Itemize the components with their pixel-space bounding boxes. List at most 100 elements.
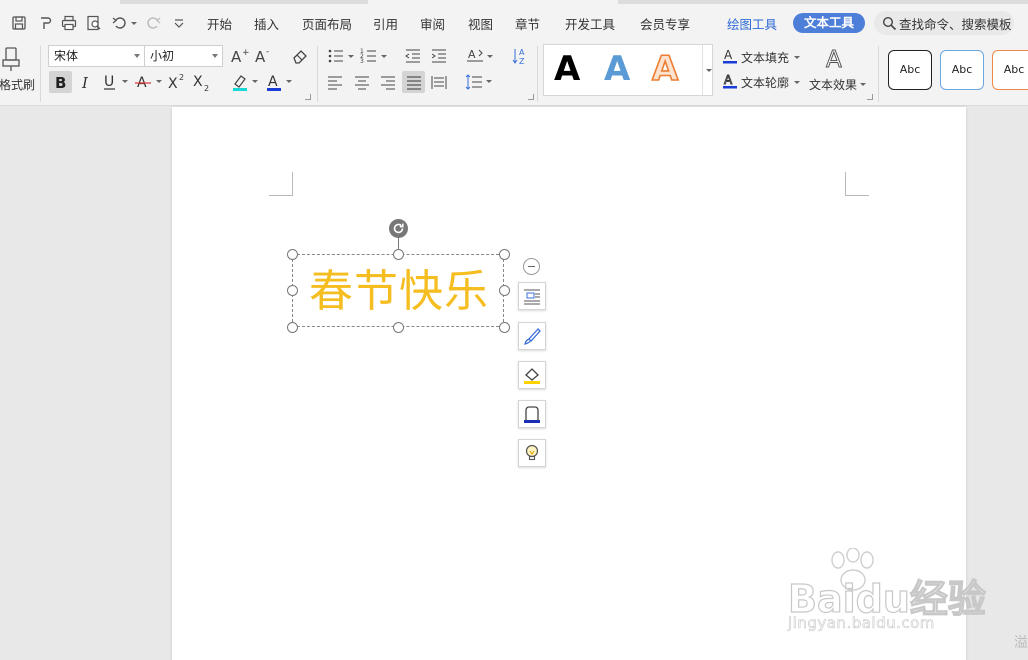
strikethrough-button[interactable]: A — [133, 72, 153, 92]
bullets-icon[interactable] — [326, 46, 346, 66]
underline-dropdown-icon[interactable] — [120, 76, 128, 86]
paragraph-dialog-launcher[interactable] — [528, 94, 534, 100]
menu-member[interactable]: 会员专享 — [640, 14, 690, 33]
text-effects-dropdown-icon[interactable] — [858, 79, 866, 89]
ribbon: 格式刷 宋体 小初 A + A- B I U A X2 X2 A 1 2 3 A… — [0, 42, 1028, 106]
menu-insert[interactable]: 插入 — [254, 14, 279, 33]
shape-style-quick-button[interactable] — [518, 322, 546, 350]
margin-corner-left — [269, 172, 293, 196]
justify-icon[interactable] — [402, 71, 425, 93]
underline-button[interactable]: U — [100, 72, 120, 92]
active-doc-tab[interactable] — [0, 0, 120, 4]
menu-chapter[interactable]: 章节 — [515, 14, 540, 33]
text-direction-icon[interactable]: A — [465, 46, 485, 66]
subscript-button[interactable]: X2 — [192, 72, 214, 92]
shape-style-orange[interactable]: Abc — [992, 50, 1028, 90]
line-spacing-icon[interactable] — [464, 72, 484, 92]
text-dialog-launcher[interactable] — [867, 94, 873, 100]
menu-text-tools[interactable]: 文本工具 — [793, 13, 865, 33]
resize-handle-br[interactable] — [499, 322, 510, 333]
format-painter-icon[interactable] — [0, 46, 22, 72]
highlight-dropdown-icon[interactable] — [250, 76, 258, 86]
text-box[interactable]: 春节快乐 — [292, 254, 504, 327]
decrease-indent-icon[interactable] — [403, 46, 423, 66]
doc-tab[interactable] — [368, 0, 618, 4]
resize-handle-b[interactable] — [393, 322, 404, 333]
menu-page-layout[interactable]: 页面布局 — [302, 14, 352, 33]
text-fill-dropdown-icon[interactable] — [792, 52, 800, 62]
text-outline-dropdown-icon[interactable] — [792, 77, 800, 87]
text-effects-icon[interactable]: A — [823, 45, 849, 72]
undo-icon[interactable] — [110, 13, 130, 33]
font-dialog-launcher[interactable] — [305, 94, 311, 100]
italic-button[interactable]: I — [76, 72, 96, 92]
shape-style-blue[interactable]: Abc — [940, 50, 984, 90]
wordart-style-black[interactable]: A — [554, 49, 580, 89]
resize-handle-tl[interactable] — [287, 249, 298, 260]
layout-options-button[interactable] — [518, 282, 546, 310]
distributed-align-icon[interactable] — [429, 72, 449, 92]
save-icon[interactable] — [9, 13, 29, 33]
text-outline-label[interactable]: 文本轮廓 — [741, 74, 789, 91]
clear-format-icon[interactable] — [290, 46, 310, 66]
bullets-dropdown-icon[interactable] — [346, 51, 354, 61]
print-icon[interactable] — [59, 13, 79, 33]
format-brush-qa-icon[interactable] — [35, 13, 55, 33]
menu-developer[interactable]: 开发工具 — [565, 14, 615, 33]
text-fill-icon[interactable]: A — [722, 48, 738, 64]
numbering-dropdown-icon[interactable] — [379, 51, 387, 61]
strikethrough-dropdown-icon[interactable] — [154, 76, 162, 86]
format-painter-label[interactable]: 格式刷 — [0, 76, 35, 93]
text-outline-icon[interactable]: A — [722, 73, 738, 89]
highlight-color-icon[interactable] — [230, 72, 250, 92]
shape-outline-quick-button[interactable] — [518, 400, 546, 428]
align-left-icon[interactable] — [325, 72, 345, 92]
menu-home[interactable]: 开始 — [207, 14, 232, 33]
font-name-select[interactable]: 宋体 — [48, 45, 145, 67]
svg-text:X: X — [193, 74, 203, 90]
text-fill-label[interactable]: 文本填充 — [741, 49, 789, 66]
shrink-font-icon[interactable]: A- — [254, 46, 274, 66]
sort-icon[interactable]: AZ — [511, 46, 531, 66]
redo-icon[interactable] — [143, 13, 163, 33]
line-spacing-dropdown-icon[interactable] — [484, 76, 492, 86]
menu-bar: 开始 插入 页面布局 引用 审阅 视图 章节 开发工具 会员专享 绘图工具 文本… — [0, 0, 1028, 42]
font-color-icon[interactable]: A — [264, 72, 284, 92]
align-center-icon[interactable] — [352, 72, 372, 92]
align-right-icon[interactable] — [378, 72, 398, 92]
grow-font-icon[interactable]: A + — [230, 46, 250, 66]
text-effects-label[interactable]: 文本效果 — [809, 76, 857, 93]
menu-review[interactable]: 审阅 — [420, 14, 445, 33]
print-preview-icon[interactable] — [84, 13, 104, 33]
svg-text:2: 2 — [204, 84, 209, 92]
bold-button[interactable]: B — [49, 71, 72, 93]
shape-style-black[interactable]: Abc — [888, 50, 932, 90]
command-search[interactable]: 查找命令、搜索模板 — [874, 11, 1014, 35]
menu-references[interactable]: 引用 — [373, 14, 398, 33]
menu-drawing-tools[interactable]: 绘图工具 — [727, 14, 777, 33]
numbering-icon[interactable]: 123 — [359, 46, 379, 66]
lightbulb-icon — [525, 444, 539, 461]
resize-handle-tr[interactable] — [499, 249, 510, 260]
customize-qa-icon[interactable] — [169, 13, 189, 33]
margin-corner-right — [845, 172, 869, 196]
font-size-select[interactable]: 小初 — [144, 45, 223, 67]
resize-handle-bl[interactable] — [287, 322, 298, 333]
undo-dropdown-icon[interactable] — [129, 13, 137, 33]
wordart-style-blue[interactable]: A — [604, 49, 630, 89]
smart-suggestion-button[interactable] — [518, 439, 546, 467]
superscript-button[interactable]: X2 — [167, 72, 189, 92]
rotate-handle[interactable] — [389, 219, 408, 238]
resize-handle-t[interactable] — [393, 249, 404, 260]
collapse-toolbar-button[interactable] — [523, 258, 540, 275]
text-direction-dropdown-icon[interactable] — [485, 51, 493, 61]
resize-handle-r[interactable] — [499, 285, 510, 296]
menu-view[interactable]: 视图 — [468, 14, 493, 33]
increase-indent-icon[interactable] — [429, 46, 449, 66]
text-box-content[interactable]: 春节快乐 — [293, 255, 505, 328]
shape-fill-quick-button[interactable] — [518, 361, 546, 389]
wordart-style-orange-outline[interactable]: A — [651, 48, 679, 90]
resize-handle-l[interactable] — [287, 285, 298, 296]
font-color-dropdown-icon[interactable] — [284, 76, 292, 86]
wordart-gallery-expand-icon[interactable] — [702, 45, 712, 95]
